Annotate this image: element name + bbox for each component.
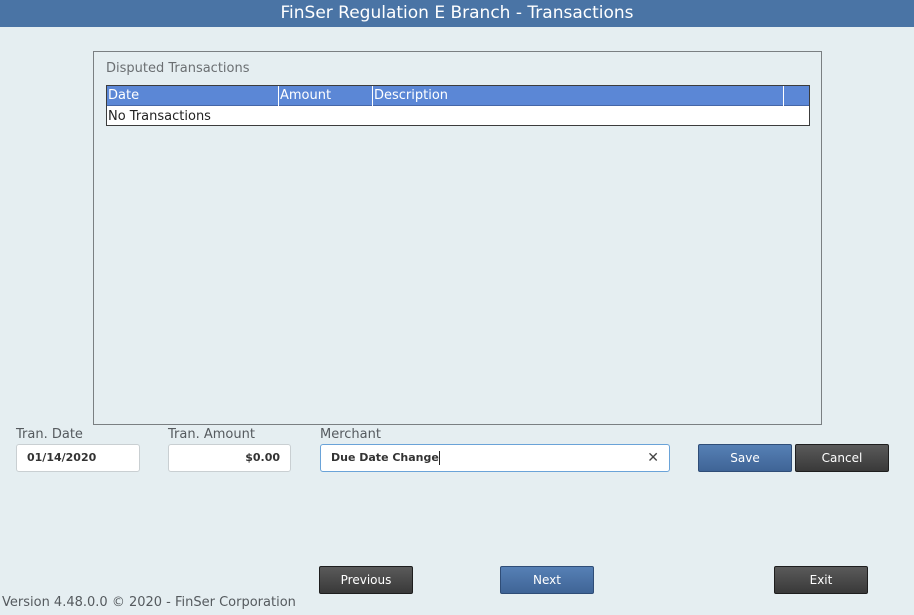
column-header-description[interactable]: Description [373, 86, 784, 106]
table-header: Date Amount Description [107, 86, 809, 106]
disputed-transactions-panel: Disputed Transactions Date Amount Descri… [93, 51, 822, 425]
version-footer: Version 4.48.0.0 © 2020 - FinSer Corpora… [2, 595, 296, 610]
save-button[interactable]: Save [698, 444, 792, 472]
merchant-label: Merchant [320, 427, 381, 442]
merchant-field[interactable]: Due Date Change ✕ [320, 444, 670, 472]
column-header-extra [784, 86, 809, 106]
previous-button[interactable]: Previous [319, 566, 413, 594]
window-title: FinSer Regulation E Branch - Transaction… [0, 0, 914, 27]
text-caret [438, 451, 440, 465]
merchant-value: Due Date Change [331, 451, 439, 464]
tran-amount-label: Tran. Amount [168, 427, 255, 442]
tran-date-field[interactable]: 01/14/2020 [16, 444, 140, 472]
cancel-button[interactable]: Cancel [795, 444, 889, 472]
empty-table-message: No Transactions [108, 109, 211, 124]
exit-button[interactable]: Exit [774, 566, 868, 594]
next-button[interactable]: Next [500, 566, 594, 594]
close-icon[interactable]: ✕ [647, 445, 659, 471]
transactions-table: Date Amount Description No Transactions [106, 85, 810, 126]
panel-title: Disputed Transactions [106, 61, 250, 76]
column-header-amount[interactable]: Amount [279, 86, 373, 106]
tran-amount-field[interactable]: $0.00 [168, 444, 291, 472]
tran-date-label: Tran. Date [16, 427, 83, 442]
column-header-date[interactable]: Date [107, 86, 279, 106]
